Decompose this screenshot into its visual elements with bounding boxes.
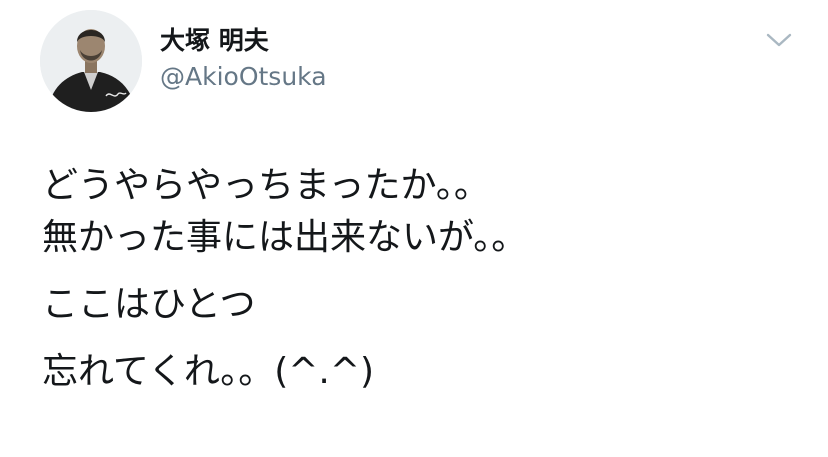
tweet-menu-button[interactable] — [764, 27, 794, 53]
tweet-line: 無かった事には出来ないが。。 — [42, 217, 528, 258]
tweet-line: ここはひとつ — [42, 284, 256, 325]
user-avatar[interactable] — [40, 10, 142, 112]
chevron-down-icon — [766, 33, 792, 47]
tweet-text: どうやらやっちまったか。。 無かった事には出来ないが。。 ここはひとつ 忘れてく… — [42, 160, 802, 398]
tweet-card: 大塚 明夫 @AkioOtsuka どうやらやっちまったか。。 無かった事には出… — [0, 0, 828, 457]
user-handle[interactable]: @AkioOtsuka — [160, 62, 327, 92]
tweet-line: 忘れてくれ。。(^.^) — [42, 351, 375, 392]
tweet-line: どうやらやっちまったか。。 — [42, 165, 490, 206]
portrait-avatar-icon — [40, 10, 142, 112]
display-name[interactable]: 大塚 明夫 — [160, 26, 269, 56]
